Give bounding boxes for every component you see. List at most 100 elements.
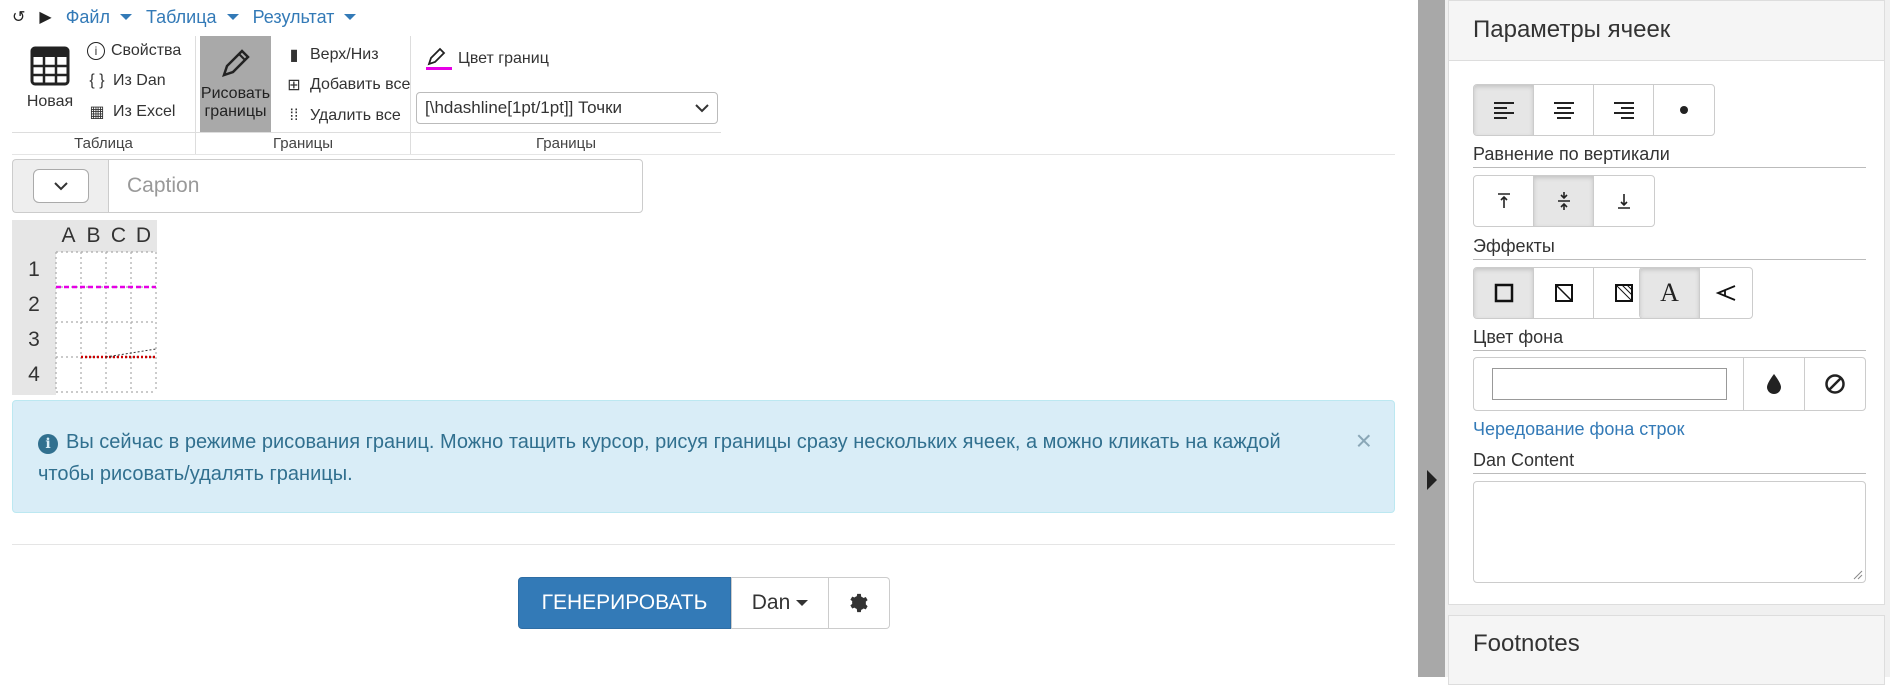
new-table-label: Новая bbox=[26, 93, 74, 110]
new-table-button[interactable]: Новая bbox=[22, 46, 78, 118]
remove-all-label: Удалить все bbox=[310, 107, 401, 124]
menu-table[interactable]: Таблица bbox=[146, 7, 239, 28]
align-right-button[interactable] bbox=[1594, 85, 1654, 135]
alert-text: Вы сейчас в режиме рисования границ. Мож… bbox=[38, 431, 1281, 485]
pencil-icon bbox=[221, 49, 250, 77]
rotate-text-icon bbox=[1715, 285, 1736, 301]
square-diagonal-icon bbox=[1554, 284, 1573, 302]
bottom-divider bbox=[12, 544, 1395, 545]
chevron-down-icon bbox=[344, 14, 357, 20]
main-editor: ↺ ▶ Файл Таблица Результат Новая i Свойс… bbox=[0, 0, 1418, 677]
gear-icon bbox=[850, 593, 868, 613]
caption-dropdown[interactable] bbox=[32, 169, 89, 203]
dot-icon bbox=[1680, 106, 1688, 114]
resize-handle-icon[interactable] bbox=[1851, 568, 1863, 580]
square-hatched-icon bbox=[1615, 284, 1633, 302]
align-decimal-button[interactable] bbox=[1654, 85, 1714, 135]
row-stripe-link[interactable]: Чередование фона строк bbox=[1473, 419, 1684, 440]
add-all-label: Добавить все bbox=[310, 76, 411, 93]
remove-all-borders-button[interactable]: ⁞⁞ Удалить все bbox=[284, 103, 401, 129]
border-style-select[interactable]: [\hdashline[1pt/1pt]] Точки bbox=[416, 92, 718, 124]
border-style-value: [\hdashline[1pt/1pt]] Точки bbox=[425, 98, 623, 117]
ribbon-group-borders: Рисовать границы ▮ Верх/Низ ⊞ Добавить в… bbox=[196, 36, 411, 154]
draw-borders-label-1: Рисовать bbox=[200, 85, 271, 102]
text-rotate-button[interactable] bbox=[1700, 268, 1752, 318]
bg-color-label: Цвет фона bbox=[1473, 327, 1866, 351]
play-icon[interactable]: ▶ bbox=[39, 7, 51, 27]
caption-placeholder: Caption bbox=[127, 174, 200, 197]
square-icon bbox=[1494, 283, 1513, 303]
row-header-4[interactable]: 4 bbox=[12, 357, 56, 392]
valign-bottom-icon bbox=[1618, 194, 1630, 209]
from-excel-button[interactable]: ▦ Из Excel bbox=[87, 99, 175, 125]
ribbon-group-table: Новая i Свойства { } Из Dan ▦ Из Excel Т… bbox=[12, 36, 196, 154]
panel-title: Параметры ячеек bbox=[1449, 1, 1884, 61]
chevron-down-icon bbox=[119, 14, 132, 20]
align-center-button[interactable] bbox=[1534, 85, 1594, 135]
book-icon: ▮ bbox=[289, 47, 299, 64]
valign-bottom-button[interactable] bbox=[1594, 176, 1654, 226]
format-dropdown-button[interactable]: Dan bbox=[731, 577, 829, 629]
dan-content-textarea[interactable] bbox=[1473, 481, 1866, 583]
top-menu: ↺ ▶ Файл Таблица Результат bbox=[12, 4, 357, 30]
draw-borders-label-2: границы bbox=[204, 103, 267, 120]
menu-result-label: Результат bbox=[252, 6, 335, 27]
diagonal-button[interactable] bbox=[1534, 268, 1594, 318]
column-header-a[interactable]: A bbox=[56, 224, 81, 248]
chevron-down-icon bbox=[53, 182, 68, 191]
ban-icon bbox=[1825, 374, 1845, 394]
no-diagonal-button[interactable] bbox=[1474, 268, 1534, 318]
valign-top-button[interactable] bbox=[1474, 176, 1534, 226]
from-excel-label: Из Excel bbox=[113, 103, 176, 120]
menu-file[interactable]: Файл bbox=[66, 7, 132, 28]
bg-color-input[interactable] bbox=[1492, 368, 1727, 400]
menu-table-label: Таблица bbox=[145, 6, 217, 27]
from-dan-label: Из Dan bbox=[113, 72, 166, 89]
undo-icon[interactable]: ↺ bbox=[12, 7, 25, 27]
column-header-d[interactable]: D bbox=[131, 224, 156, 248]
bg-color-input-wrap bbox=[1474, 358, 1743, 410]
row-headers: 1 2 3 4 bbox=[12, 252, 56, 392]
color-picker-button[interactable] bbox=[1743, 358, 1804, 410]
info-circle-icon: i bbox=[87, 42, 105, 60]
column-header-c[interactable]: C bbox=[106, 224, 131, 248]
panel-splitter[interactable] bbox=[1418, 0, 1445, 677]
side-panel: Параметры ячеек Равнение по вертикали Эф… bbox=[1445, 0, 1890, 685]
text-effects-group: A bbox=[1639, 267, 1753, 319]
align-center-icon bbox=[1553, 102, 1574, 119]
border-all-icon: ⊞ bbox=[287, 77, 301, 94]
properties-button[interactable]: i Свойства bbox=[87, 38, 181, 64]
text-serif-button[interactable]: A bbox=[1640, 268, 1700, 318]
menu-result[interactable]: Результат bbox=[253, 7, 357, 28]
row-header-3[interactable]: 3 bbox=[12, 322, 56, 357]
footnotes-panel[interactable]: Footnotes bbox=[1448, 615, 1885, 685]
chevron-down-icon bbox=[226, 14, 239, 20]
drop-icon bbox=[1767, 374, 1781, 394]
dan-content-label: Dan Content bbox=[1473, 450, 1866, 474]
close-icon[interactable]: × bbox=[1356, 425, 1372, 457]
settings-button[interactable] bbox=[829, 577, 890, 629]
generate-button[interactable]: ГЕНЕРИРОВАТЬ bbox=[518, 577, 731, 629]
effects-label: Эффекты bbox=[1473, 236, 1866, 260]
pen-color-icon bbox=[426, 47, 452, 72]
properties-label: Свойства bbox=[111, 42, 182, 59]
top-bottom-label: Верх/Низ bbox=[310, 46, 379, 63]
braces-icon: { } bbox=[89, 72, 105, 89]
from-dan-button[interactable]: { } Из Dan bbox=[87, 68, 166, 94]
clear-color-button[interactable] bbox=[1804, 358, 1865, 410]
row-header-2[interactable]: 2 bbox=[12, 287, 56, 322]
column-header-b[interactable]: B bbox=[81, 224, 106, 248]
valign-top-icon bbox=[1497, 193, 1510, 208]
valign-middle-button[interactable] bbox=[1534, 176, 1594, 226]
top-bottom-button[interactable]: ▮ Верх/Низ bbox=[284, 42, 379, 68]
align-right-icon bbox=[1613, 102, 1634, 119]
border-color-button[interactable]: Цвет границ bbox=[426, 46, 549, 72]
row-header-1[interactable]: 1 bbox=[12, 252, 56, 287]
align-left-button[interactable] bbox=[1474, 85, 1534, 135]
align-left-icon bbox=[1493, 102, 1514, 119]
group-label-borders-style: Границы bbox=[411, 132, 721, 154]
caption-input[interactable]: Caption bbox=[108, 159, 643, 213]
draw-borders-button[interactable]: Рисовать границы bbox=[200, 36, 271, 132]
caret-right-icon[interactable] bbox=[1427, 470, 1437, 490]
add-all-borders-button[interactable]: ⊞ Добавить все bbox=[284, 72, 410, 98]
